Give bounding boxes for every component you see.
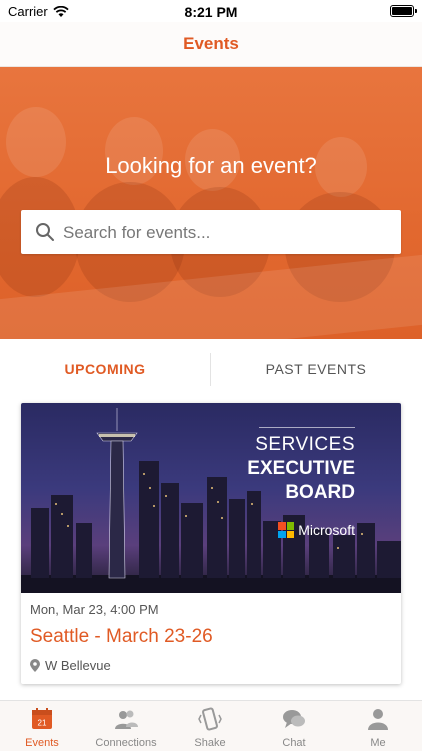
calendar-badge: 21 bbox=[38, 719, 47, 728]
search-icon bbox=[36, 223, 54, 241]
tabbar-item-shake[interactable]: Shake bbox=[168, 701, 252, 751]
people-icon bbox=[115, 710, 138, 729]
tabbar-label: Events bbox=[25, 737, 59, 749]
microsoft-logo-icon bbox=[278, 522, 295, 538]
tabbar-item-chat[interactable]: Chat bbox=[252, 701, 336, 751]
hero-heading: Looking for an event? bbox=[105, 153, 317, 178]
phone-shake-icon bbox=[198, 707, 222, 731]
tabbar-label: Chat bbox=[282, 737, 306, 749]
event-card[interactable]: SERVICES EXECUTIVE BOARD Microsoft Mon, … bbox=[21, 403, 401, 684]
banner-line-1: SERVICES bbox=[255, 434, 355, 455]
search-bar[interactable] bbox=[21, 210, 401, 256]
search-input[interactable] bbox=[61, 210, 395, 256]
tabbar-item-events[interactable]: 21 Events bbox=[0, 701, 84, 751]
event-location: W Bellevue bbox=[30, 658, 111, 673]
microsoft-logo: Microsoft bbox=[278, 522, 355, 538]
tabbar-label: Me bbox=[370, 737, 386, 749]
event-tabs: UPCOMING PAST EVENTS bbox=[0, 339, 422, 399]
banner-rule bbox=[259, 427, 355, 428]
status-time: 8:21 PM bbox=[184, 4, 238, 20]
calendar-icon: 21 bbox=[32, 708, 52, 729]
person-icon bbox=[368, 709, 388, 730]
event-name[interactable]: Seattle - March 23-26 bbox=[30, 626, 213, 648]
page-title: Events bbox=[183, 34, 239, 53]
location-label: W Bellevue bbox=[45, 658, 111, 673]
tabbar-item-me[interactable]: Me bbox=[336, 701, 420, 751]
brand-label: Microsoft bbox=[298, 522, 355, 538]
nav-bar: Events bbox=[0, 22, 422, 67]
banner-title: SERVICES EXECUTIVE BOARD bbox=[247, 433, 355, 505]
status-bar: Carrier 8:21 PM bbox=[0, 0, 422, 22]
tabbar-label: Connections bbox=[95, 737, 157, 749]
location-pin-icon bbox=[30, 659, 40, 672]
tabbar-item-connections[interactable]: Connections bbox=[84, 701, 168, 751]
banner-line-3: BOARD bbox=[285, 482, 355, 503]
hero-banner: Looking for an event? bbox=[0, 67, 422, 339]
tab-past-events[interactable]: PAST EVENTS bbox=[211, 339, 421, 399]
battery-icon bbox=[390, 5, 417, 17]
battery-level bbox=[392, 7, 412, 15]
tab-bar: 21 Events Connections Shake Chat Me bbox=[0, 700, 422, 751]
chat-bubbles-icon bbox=[283, 710, 305, 728]
event-date: Mon, Mar 23, 4:00 PM bbox=[30, 602, 159, 617]
event-banner-image: SERVICES EXECUTIVE BOARD Microsoft bbox=[21, 403, 401, 593]
tab-upcoming[interactable]: UPCOMING bbox=[0, 339, 210, 399]
banner-line-2: EXECUTIVE bbox=[247, 458, 355, 479]
tabbar-label: Shake bbox=[194, 737, 226, 749]
